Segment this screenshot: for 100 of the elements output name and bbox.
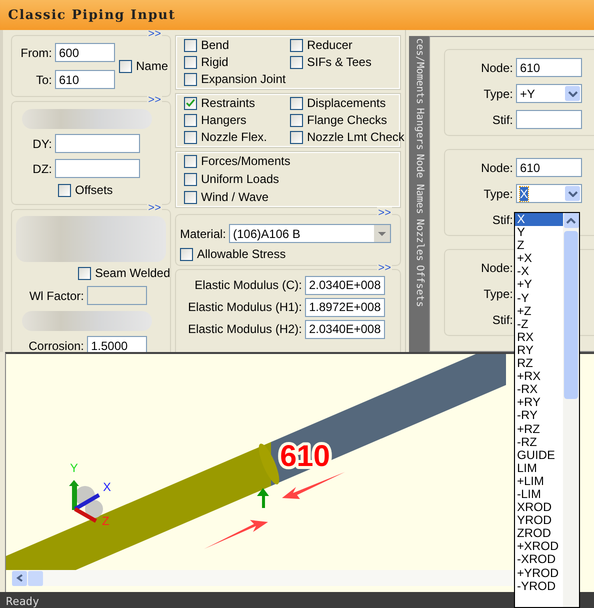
dropdown-option[interactable]: Y xyxy=(515,226,563,240)
chevron-left-icon[interactable] xyxy=(16,574,24,582)
dropdown-option[interactable]: -Z xyxy=(515,318,563,331)
check-icon xyxy=(185,98,196,109)
dropdown-option[interactable]: -X xyxy=(515,265,563,278)
field-label: Elastic Modulus (H2): xyxy=(186,322,302,336)
field-label: DZ: xyxy=(32,162,52,176)
input-field[interactable]: 610 xyxy=(516,158,582,177)
dropdown-option[interactable]: +YROD xyxy=(515,566,563,580)
dropdown-option[interactable]: +RX xyxy=(515,370,563,384)
type-dropdown[interactable]: +Y xyxy=(516,84,582,103)
input-field[interactable] xyxy=(55,134,140,153)
input-field[interactable]: 2.0340E+008 xyxy=(305,276,385,294)
input-field[interactable]: 600 xyxy=(55,43,115,62)
scroll-thumb[interactable] xyxy=(28,570,43,586)
axis-label: Z xyxy=(102,514,110,528)
restraint-arrow-icon xyxy=(257,488,269,508)
field-label: To: xyxy=(34,72,52,86)
field-label: Stif: xyxy=(491,312,513,326)
chevron-down-icon xyxy=(568,190,578,196)
side-tab[interactable]: Hangers xyxy=(410,108,428,150)
node-label: 610 xyxy=(280,440,330,473)
checkbox[interactable]: Nozzle Flex. xyxy=(184,130,290,145)
field-label: Wl Factor: xyxy=(28,288,84,302)
input-field[interactable]: 1.5000 xyxy=(87,336,147,352)
dropdown-option[interactable]: ZROD xyxy=(515,527,563,540)
field-label: Node: xyxy=(480,160,513,174)
dropdown-option[interactable]: +Z xyxy=(515,304,563,318)
checkbox[interactable]: Expansion Joint xyxy=(184,72,290,87)
dropdown-option[interactable]: LIM xyxy=(515,462,563,475)
side-tab[interactable]: ces/Moments xyxy=(410,38,428,104)
checkbox[interactable]: Reducer xyxy=(290,38,392,53)
status-text: Ready xyxy=(6,594,40,608)
dropdown-option[interactable]: +XROD xyxy=(515,540,563,554)
caret-icon xyxy=(378,232,386,236)
side-tab[interactable]: Node Names xyxy=(410,154,428,215)
input-field[interactable]: 610 xyxy=(516,58,582,77)
dropdown-option[interactable]: -YROD xyxy=(515,580,563,593)
dropdown-option[interactable]: -RX xyxy=(515,383,563,396)
vertical-scrollbar[interactable] xyxy=(563,213,579,607)
axis-triad-drawing xyxy=(69,480,103,523)
input-field[interactable]: 610 xyxy=(55,70,115,89)
dropdown-option[interactable]: +X xyxy=(515,252,563,266)
dropdown-option[interactable]: +RZ xyxy=(515,422,563,436)
horizontal-scrollbar[interactable] xyxy=(12,570,516,586)
checkbox[interactable]: Offsets xyxy=(58,183,166,198)
type-dropdown[interactable]: X xyxy=(516,184,582,203)
axis-label: Y xyxy=(70,461,78,475)
chevron-up-icon[interactable] xyxy=(566,218,576,224)
dropdown-option[interactable]: -LIM xyxy=(515,488,563,502)
dropdown-option[interactable]: +Y xyxy=(515,278,563,292)
window-title: Classic Piping Input xyxy=(8,8,176,22)
dropdown-option[interactable]: -RZ xyxy=(515,436,563,449)
side-tab[interactable]: Offsets xyxy=(410,264,428,307)
material-dropdown[interactable]: (106)A106 B xyxy=(229,224,392,243)
checkbox[interactable]: Allowable Stress xyxy=(180,247,396,262)
field-label: Node: xyxy=(480,260,513,274)
field-label: Elastic Modulus (H1): xyxy=(186,300,302,314)
axis-label: X xyxy=(103,480,112,494)
field-label: Stif: xyxy=(491,112,513,126)
dropdown-option[interactable]: -Y xyxy=(515,292,563,305)
checkbox[interactable]: Displacements xyxy=(290,96,404,111)
dropdown-option[interactable]: X xyxy=(515,213,563,226)
checkbox[interactable]: Rigid xyxy=(184,55,290,70)
checkbox[interactable]: Name xyxy=(119,58,168,74)
checkbox[interactable]: Forces/Moments xyxy=(184,154,392,169)
dropdown-option[interactable]: RY xyxy=(515,344,563,358)
dropdown-option[interactable]: YROD xyxy=(515,514,563,528)
field-label: Type: xyxy=(482,86,513,100)
checkbox[interactable]: SIFs & Tees xyxy=(290,55,392,70)
checkbox[interactable]: Restraints xyxy=(184,96,290,111)
field-label: Stif: xyxy=(491,212,513,226)
dropdown-option[interactable]: +RY xyxy=(515,396,563,410)
field-label: DY: xyxy=(32,136,52,150)
checkbox[interactable]: Flange Checks xyxy=(290,113,404,128)
dropdown-option[interactable]: -RY xyxy=(515,409,563,422)
input-field[interactable] xyxy=(55,159,140,178)
input-field[interactable]: 2.0340E+008 xyxy=(305,320,385,338)
dropdown-option[interactable]: RX xyxy=(515,330,563,344)
checkbox[interactable]: Uniform Loads xyxy=(184,172,392,187)
chevron-down-icon xyxy=(568,90,578,96)
field-label: Elastic Modulus (C): xyxy=(194,278,302,292)
input-field[interactable] xyxy=(516,110,582,129)
field-label: Corrosion: xyxy=(28,338,84,352)
input-field[interactable]: 1.8972E+008 xyxy=(305,298,385,316)
checkbox[interactable]: Wind / Wave xyxy=(184,190,392,205)
checkbox[interactable]: Nozzle Lmt Check xyxy=(290,130,404,145)
dropdown-option[interactable]: XROD xyxy=(515,501,563,514)
field-label: Type: xyxy=(482,186,513,200)
field-label: From: xyxy=(20,46,52,60)
dropdown-option[interactable]: -XROD xyxy=(515,553,563,567)
dropdown-option[interactable]: Z xyxy=(515,239,563,252)
annotation-arrow xyxy=(282,472,345,499)
side-tab[interactable]: Nozzles xyxy=(410,218,428,261)
dropdown-option[interactable]: GUIDE xyxy=(515,448,563,462)
checkbox[interactable]: Bend xyxy=(184,38,290,53)
dropdown-option[interactable]: +LIM xyxy=(515,474,563,488)
dropdown-option[interactable]: RZ xyxy=(515,357,563,370)
checkbox[interactable]: Hangers xyxy=(184,113,290,128)
annotation-arrow xyxy=(204,520,268,549)
